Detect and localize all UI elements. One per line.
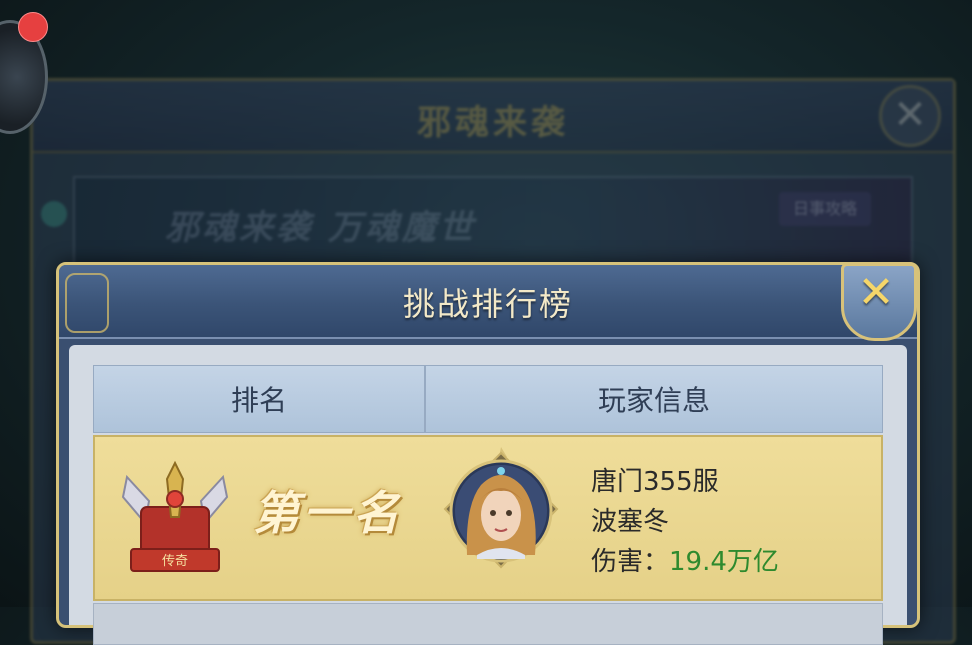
legend-rank-emblem-icon: 传奇 (121, 460, 229, 572)
damage-value: 19.4万亿 (669, 547, 779, 577)
leaderboard-body: 排名 玩家信息 传奇 第一名 唐门355服 波塞冬 伤害：19.4万亿 (69, 345, 907, 645)
emblem-text: 传奇 (162, 553, 188, 569)
background-window-header: 邪魂来袭 ✕ (33, 81, 953, 153)
leaderboard-panel: 挑战排行榜 ✕ 排名 玩家信息 传奇 第一名 唐门355服 波塞冬 伤害：19.… (56, 262, 920, 645)
close-button[interactable]: ✕ (837, 263, 917, 341)
background-close-icon[interactable]: ✕ (879, 85, 941, 147)
background-banner: 邪魂来袭 万魂魔世 日事攻略 (73, 176, 913, 270)
player-damage: 伤害：19.4万亿 (591, 541, 779, 578)
player-name: 波塞冬 (591, 507, 670, 537)
rank-label: 第一名 (253, 486, 403, 540)
background-banner-text: 邪魂来袭 万魂魔世 (165, 208, 476, 248)
close-icon: ✕ (857, 267, 895, 318)
table-header: 排名 玩家信息 (93, 365, 883, 433)
background-banner-button[interactable]: 日事攻略 (778, 192, 871, 226)
background-window-title: 邪魂来袭 (417, 103, 569, 143)
leaderboard-title: 挑战排行榜 (402, 285, 573, 323)
gem-ornament-icon (41, 201, 67, 227)
leaderboard-header: 挑战排行榜 (59, 265, 917, 339)
column-header-rank: 排名 (94, 366, 426, 432)
leaderboard-row[interactable]: 传奇 第一名 唐门355服 波塞冬 伤害：19.4万亿 (93, 435, 883, 601)
player-server: 唐门355服 (591, 467, 719, 497)
avatar[interactable] (437, 445, 565, 575)
damage-label: 伤害： (591, 547, 670, 577)
column-header-player-info: 玩家信息 (597, 384, 710, 417)
notification-dot-icon (18, 12, 48, 42)
leaderboard-row-next[interactable] (93, 603, 883, 645)
